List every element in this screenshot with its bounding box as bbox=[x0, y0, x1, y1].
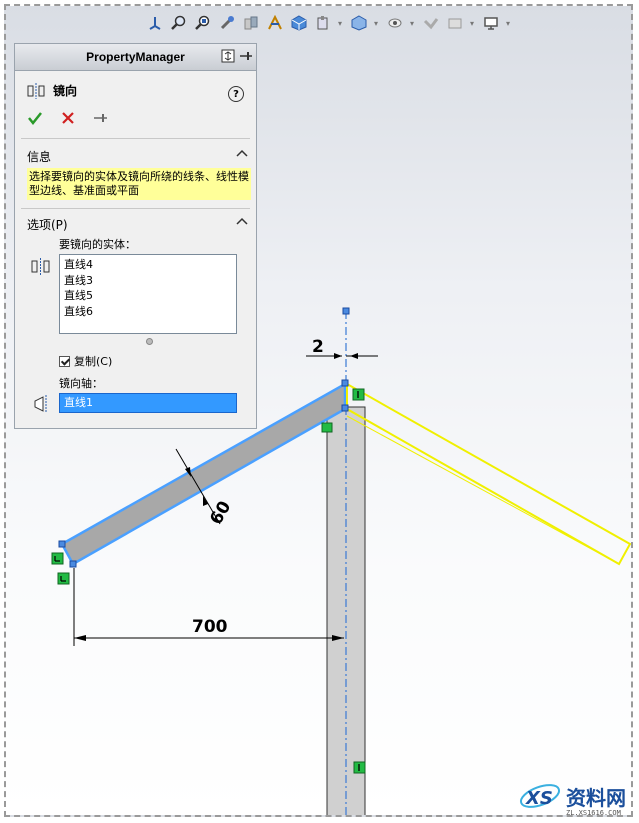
property-manager-panel: PropertyManager 镜向 ? 信息 选择要镜向的实体及镜向所绕的线条… bbox=[14, 43, 257, 429]
mirror-axis-label: 镜向轴： bbox=[59, 377, 103, 390]
options-section-header[interactable]: 选项(P) bbox=[27, 216, 248, 233]
entities-to-mirror-list[interactable]: 直线4 直线3 直线5 直线6 bbox=[59, 254, 237, 334]
window-frame: ▾ ▾ ▾ ▾ ▾ 2 60 700 PropertyManager 镜向 ? … bbox=[4, 4, 633, 817]
collapse-panel-icon[interactable] bbox=[221, 49, 235, 63]
info-message: 选择要镜向的实体及镜向所绕的线条、线性模型边线、基准面或平面 bbox=[27, 168, 251, 200]
info-section-header[interactable]: 信息 bbox=[27, 148, 248, 165]
mirror-preview-edge bbox=[346, 415, 620, 565]
feature-name: 镜向 bbox=[53, 84, 78, 98]
ok-check-icon[interactable] bbox=[27, 111, 43, 125]
axis-endpoint[interactable] bbox=[342, 307, 350, 315]
watermark-logo-icon: XS bbox=[519, 784, 561, 809]
sketch-point[interactable] bbox=[58, 540, 66, 548]
mirror-entities-icon bbox=[27, 82, 45, 99]
mirror-entities-icon bbox=[31, 258, 50, 276]
sketch-point[interactable] bbox=[341, 404, 349, 412]
copy-option[interactable]: 复制(C) bbox=[59, 353, 112, 369]
watermark-text: 资料网 bbox=[566, 785, 626, 810]
chevron-up-icon[interactable] bbox=[236, 148, 248, 158]
dimension-text-horizontal[interactable]: 700 bbox=[192, 617, 228, 637]
property-manager-header: PropertyManager bbox=[15, 44, 256, 71]
help-icon[interactable]: ? bbox=[228, 86, 244, 102]
feature-title-row: 镜向 bbox=[27, 82, 77, 99]
section-divider bbox=[21, 138, 250, 139]
chevron-up-icon[interactable] bbox=[236, 216, 248, 226]
mirror-axis-icon bbox=[34, 395, 47, 413]
cancel-x-icon[interactable] bbox=[61, 111, 75, 125]
list-item[interactable]: 直线5 bbox=[64, 288, 232, 304]
section-divider bbox=[21, 208, 250, 209]
copy-label: 复制(C) bbox=[74, 355, 113, 368]
info-section-title: 信息 bbox=[27, 150, 52, 164]
action-buttons bbox=[27, 111, 109, 125]
pin-icon[interactable] bbox=[239, 49, 253, 63]
entities-to-mirror-label: 要镜向的实体： bbox=[59, 238, 136, 251]
list-resize-handle[interactable] bbox=[146, 338, 153, 345]
relation-marker[interactable] bbox=[321, 422, 333, 433]
list-item[interactable]: 直线3 bbox=[64, 273, 232, 289]
copy-checkbox[interactable] bbox=[59, 355, 70, 367]
mirror-preview-rafter bbox=[346, 382, 631, 566]
relation-marker[interactable] bbox=[57, 572, 70, 585]
sketch-point[interactable] bbox=[341, 379, 349, 387]
svg-text:XS: XS bbox=[525, 788, 553, 809]
sketch-point[interactable] bbox=[69, 560, 77, 568]
dimension-text-top[interactable]: 2 bbox=[312, 337, 324, 357]
mirror-axis-field[interactable]: 直线1 bbox=[59, 393, 237, 413]
property-manager-title: PropertyManager bbox=[86, 50, 185, 64]
keep-visible-pin-icon[interactable] bbox=[93, 111, 109, 125]
options-section-title: 选项(P) bbox=[27, 218, 68, 232]
list-item[interactable]: 直线4 bbox=[64, 257, 232, 273]
list-item[interactable]: 直线6 bbox=[64, 304, 232, 320]
relation-marker[interactable] bbox=[51, 552, 64, 565]
watermark-url: ZL.XS1616.COM bbox=[566, 809, 621, 817]
